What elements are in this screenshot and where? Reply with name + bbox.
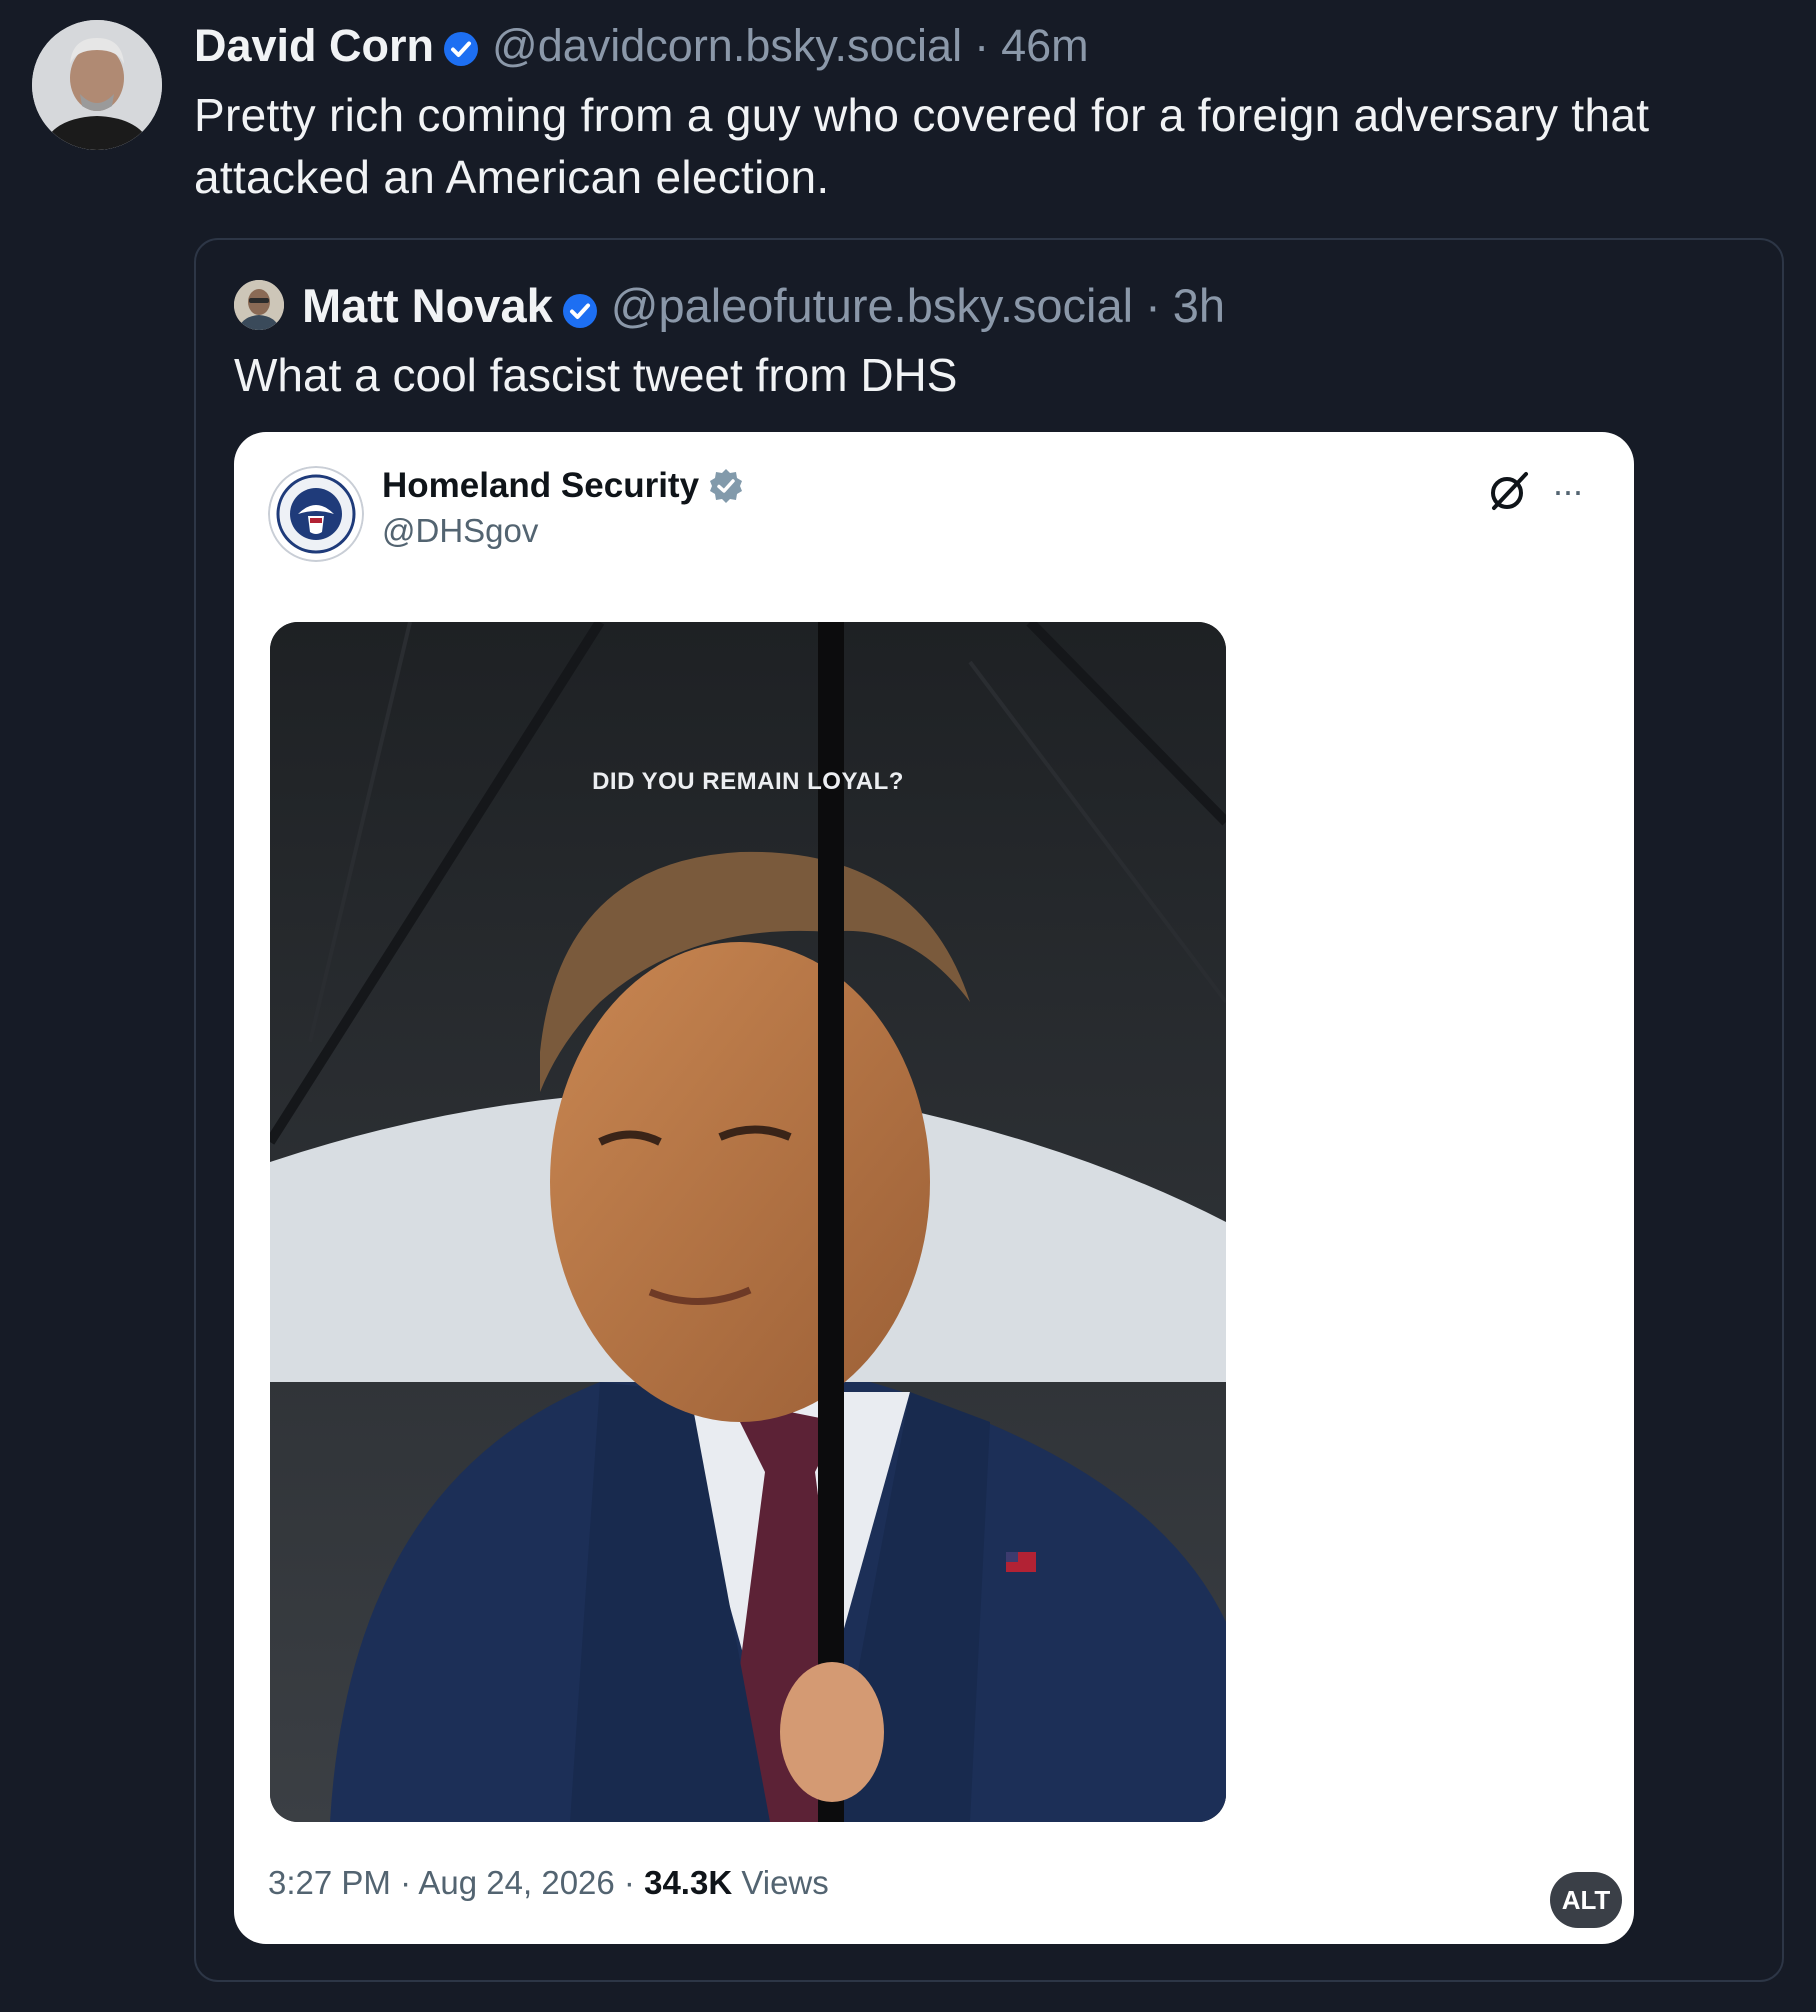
- separator-dot: ·: [974, 20, 990, 71]
- embed-account-name-text: Homeland Security: [382, 466, 700, 505]
- quoted-post-text: What a cool fascist tweet from DHS: [234, 349, 958, 401]
- separator-dot: ·: [1145, 278, 1161, 332]
- embed-account-handle: @DHSgov: [382, 512, 539, 549]
- embed-date: Aug 24, 2026: [418, 1864, 615, 1901]
- embed-account-name: Homeland Security: [382, 466, 745, 506]
- post-text: Pretty rich coming from a guy who covere…: [194, 89, 1650, 203]
- post: David Corn @davidcorn.bsky.social · 46m …: [0, 0, 1816, 2012]
- more-options-icon: ···: [1552, 470, 1584, 511]
- photo-caption: DID YOU REMAIN LOYAL?: [592, 768, 904, 795]
- quoted-post-time[interactable]: 3h: [1173, 278, 1225, 333]
- embed-views-count: 34.3K: [644, 1864, 733, 1901]
- gray-verified-badge-icon: [707, 467, 745, 505]
- embed-timestamp-views: 3:27 PM · Aug 24, 2026 · 34.3K Views: [268, 1864, 829, 1902]
- embed-date-separator: ·: [390, 1864, 419, 1901]
- embed-views-label: Views: [732, 1864, 829, 1901]
- quoted-author-name[interactable]: Matt Novak: [302, 278, 553, 333]
- embed-date-separator: ·: [614, 1864, 645, 1901]
- dhs-seal-avatar: [268, 466, 364, 562]
- quoted-author-handle[interactable]: @paleofuture.bsky.social: [611, 278, 1133, 333]
- verified-check-icon: [561, 286, 599, 328]
- post-time[interactable]: 46m: [1001, 20, 1089, 72]
- author-avatar[interactable]: [32, 20, 162, 150]
- trump-umbrella-photo: DID YOU REMAIN LOYAL?: [270, 622, 1226, 1822]
- alt-text-button[interactable]: ALT: [1550, 1872, 1622, 1928]
- grok-icon: [1486, 468, 1532, 514]
- quoted-post[interactable]: Matt Novak @paleofuture.bsky.social · 3h…: [194, 238, 1784, 1982]
- verified-check-icon: [442, 27, 480, 66]
- embed-time: 3:27 PM: [268, 1864, 391, 1901]
- quoted-post-header: Matt Novak @paleofuture.bsky.social · 3h: [302, 274, 1225, 336]
- quoted-author-avatar[interactable]: [234, 280, 284, 330]
- author-handle[interactable]: @davidcorn.bsky.social: [492, 20, 962, 72]
- post-header: David Corn @davidcorn.bsky.social · 46m: [194, 16, 1089, 76]
- embedded-tweet-image[interactable]: Homeland Security @DHSgov ··· DID YOU RE…: [234, 432, 1634, 1944]
- author-name[interactable]: David Corn: [194, 20, 434, 72]
